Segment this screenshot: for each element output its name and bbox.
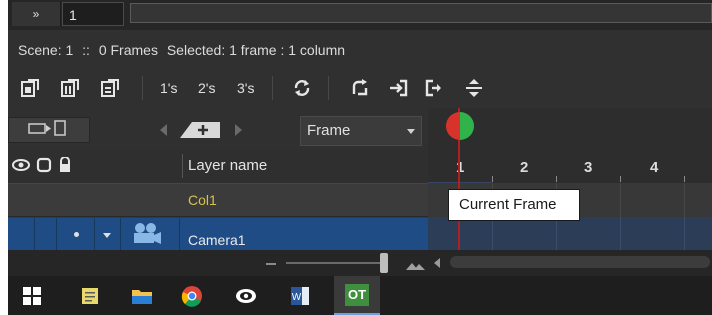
frame-number[interactable]: 3 [584, 159, 592, 176]
zoom-in-icon[interactable] [406, 258, 426, 276]
camera-icon [130, 222, 164, 251]
layer-header: Layer name [8, 150, 428, 182]
step-3s-button[interactable]: 3's [237, 80, 254, 96]
camera-frame-cells[interactable] [428, 217, 712, 250]
file-explorer-icon[interactable] [122, 276, 162, 315]
playhead-handle-icon[interactable] [446, 112, 474, 140]
frame-number[interactable]: 4 [650, 159, 658, 176]
selection-info: Selected: 1 frame : 1 column [166, 42, 346, 58]
step-1s-button[interactable]: 1's [160, 80, 177, 96]
frame-number[interactable]: 2 [520, 159, 528, 176]
zoom-slider-track[interactable] [286, 262, 384, 264]
frame-dropdown[interactable]: Frame [300, 116, 422, 146]
playhead-handle-right [460, 112, 474, 140]
toggle-xsheet-button[interactable] [8, 117, 90, 143]
toolbar-separator [142, 76, 143, 100]
notes-app-icon[interactable] [70, 276, 110, 315]
layer-name-col1[interactable]: Col1 [188, 192, 217, 208]
rotate-icon[interactable] [292, 78, 312, 98]
layer-name-camera1[interactable]: Camera1 [188, 232, 246, 248]
cell-divider [620, 183, 621, 217]
cell-divider [178, 218, 180, 251]
frame-zoom-bar [8, 250, 428, 276]
timeline-scrollbar[interactable] [428, 250, 712, 276]
camera-preview-cell[interactable] [8, 218, 35, 251]
cell-divider [684, 217, 685, 250]
camera-camstand-cell[interactable] [34, 218, 57, 251]
zoom-out-icon[interactable] [266, 263, 276, 265]
step-2s-button[interactable]: 2's [198, 80, 215, 96]
frame-ruler: 1 2 3 4 [428, 150, 712, 182]
expand-chevron-button[interactable]: » [12, 2, 61, 26]
add-keyframe-icon[interactable] [178, 119, 224, 146]
opentoonz-app-button[interactable]: OT [334, 276, 380, 315]
new-level-icon[interactable] [20, 78, 40, 98]
scroll-left-icon[interactable] [434, 258, 440, 268]
app-window: » 1 Scene: 1 :: 0 Frames Selected: 1 fra… [8, 0, 712, 276]
xsheet-toggle-icon [27, 119, 71, 141]
chrome-icon[interactable] [172, 276, 212, 315]
opentoonz-icon: OT [345, 283, 369, 306]
xsheet-toolbar: 1's 2's 3's [8, 68, 712, 108]
ruler-tick [556, 176, 557, 182]
top-bar-field[interactable] [130, 3, 712, 23]
new-vector-level-icon[interactable] [100, 78, 120, 98]
top-strip: » 1 [8, 0, 712, 30]
cell-divider [684, 183, 685, 217]
scene-separator: :: [82, 42, 90, 58]
next-arrow-icon[interactable] [234, 123, 244, 142]
svg-text:W: W [292, 292, 302, 303]
preview-visible-icon[interactable] [12, 157, 30, 178]
dot-icon [74, 232, 79, 237]
export-icon[interactable] [424, 78, 444, 98]
cell-divider [556, 217, 557, 250]
redo-icon[interactable] [350, 78, 370, 98]
frame-dropdown-value: Frame [307, 122, 351, 139]
chevron-down-icon [103, 233, 111, 238]
current-frame-tooltip: Current Frame [448, 189, 580, 221]
import-icon[interactable] [388, 78, 408, 98]
frame-field[interactable]: 1 [62, 2, 124, 26]
ruler-tick [492, 176, 493, 182]
scene-info-bar: Scene: 1 :: 0 Frames Selected: 1 frame :… [8, 36, 712, 64]
camera-lock-cell[interactable] [56, 218, 95, 251]
layer-row-col1[interactable]: Col1 [8, 183, 428, 217]
chevron-down-icon [407, 129, 415, 134]
playhead-handle-left [446, 112, 460, 140]
ruler-tick [620, 176, 621, 182]
lock-icon[interactable] [58, 156, 72, 178]
eye-app-icon[interactable] [226, 276, 266, 315]
word-icon[interactable]: W [280, 276, 320, 315]
ruler-tick [684, 176, 685, 182]
windows-start-icon[interactable] [12, 276, 52, 315]
swap-icon[interactable] [464, 78, 484, 98]
layer-name-header: Layer name [188, 157, 268, 174]
zoom-slider-handle[interactable] [380, 253, 388, 273]
cell-divider [620, 217, 621, 250]
column-control-row: Frame [8, 112, 428, 150]
scrollbar-thumb[interactable] [450, 256, 710, 268]
layer-row-camera1[interactable]: Camera1 [8, 217, 428, 251]
frames-count: 0 Frames [98, 42, 158, 58]
toolbar-separator [328, 76, 329, 100]
new-raster-level-icon[interactable] [60, 78, 80, 98]
camstand-visible-icon[interactable] [36, 157, 52, 178]
scene-label: Scene: 1 [18, 42, 74, 58]
header-divider [182, 154, 183, 178]
prev-arrow-icon[interactable] [158, 123, 168, 142]
camera-menu-cell[interactable] [94, 218, 121, 251]
cell-divider [492, 217, 493, 250]
windows-taskbar: W OT [8, 276, 712, 315]
toolbar-separator [272, 76, 273, 100]
